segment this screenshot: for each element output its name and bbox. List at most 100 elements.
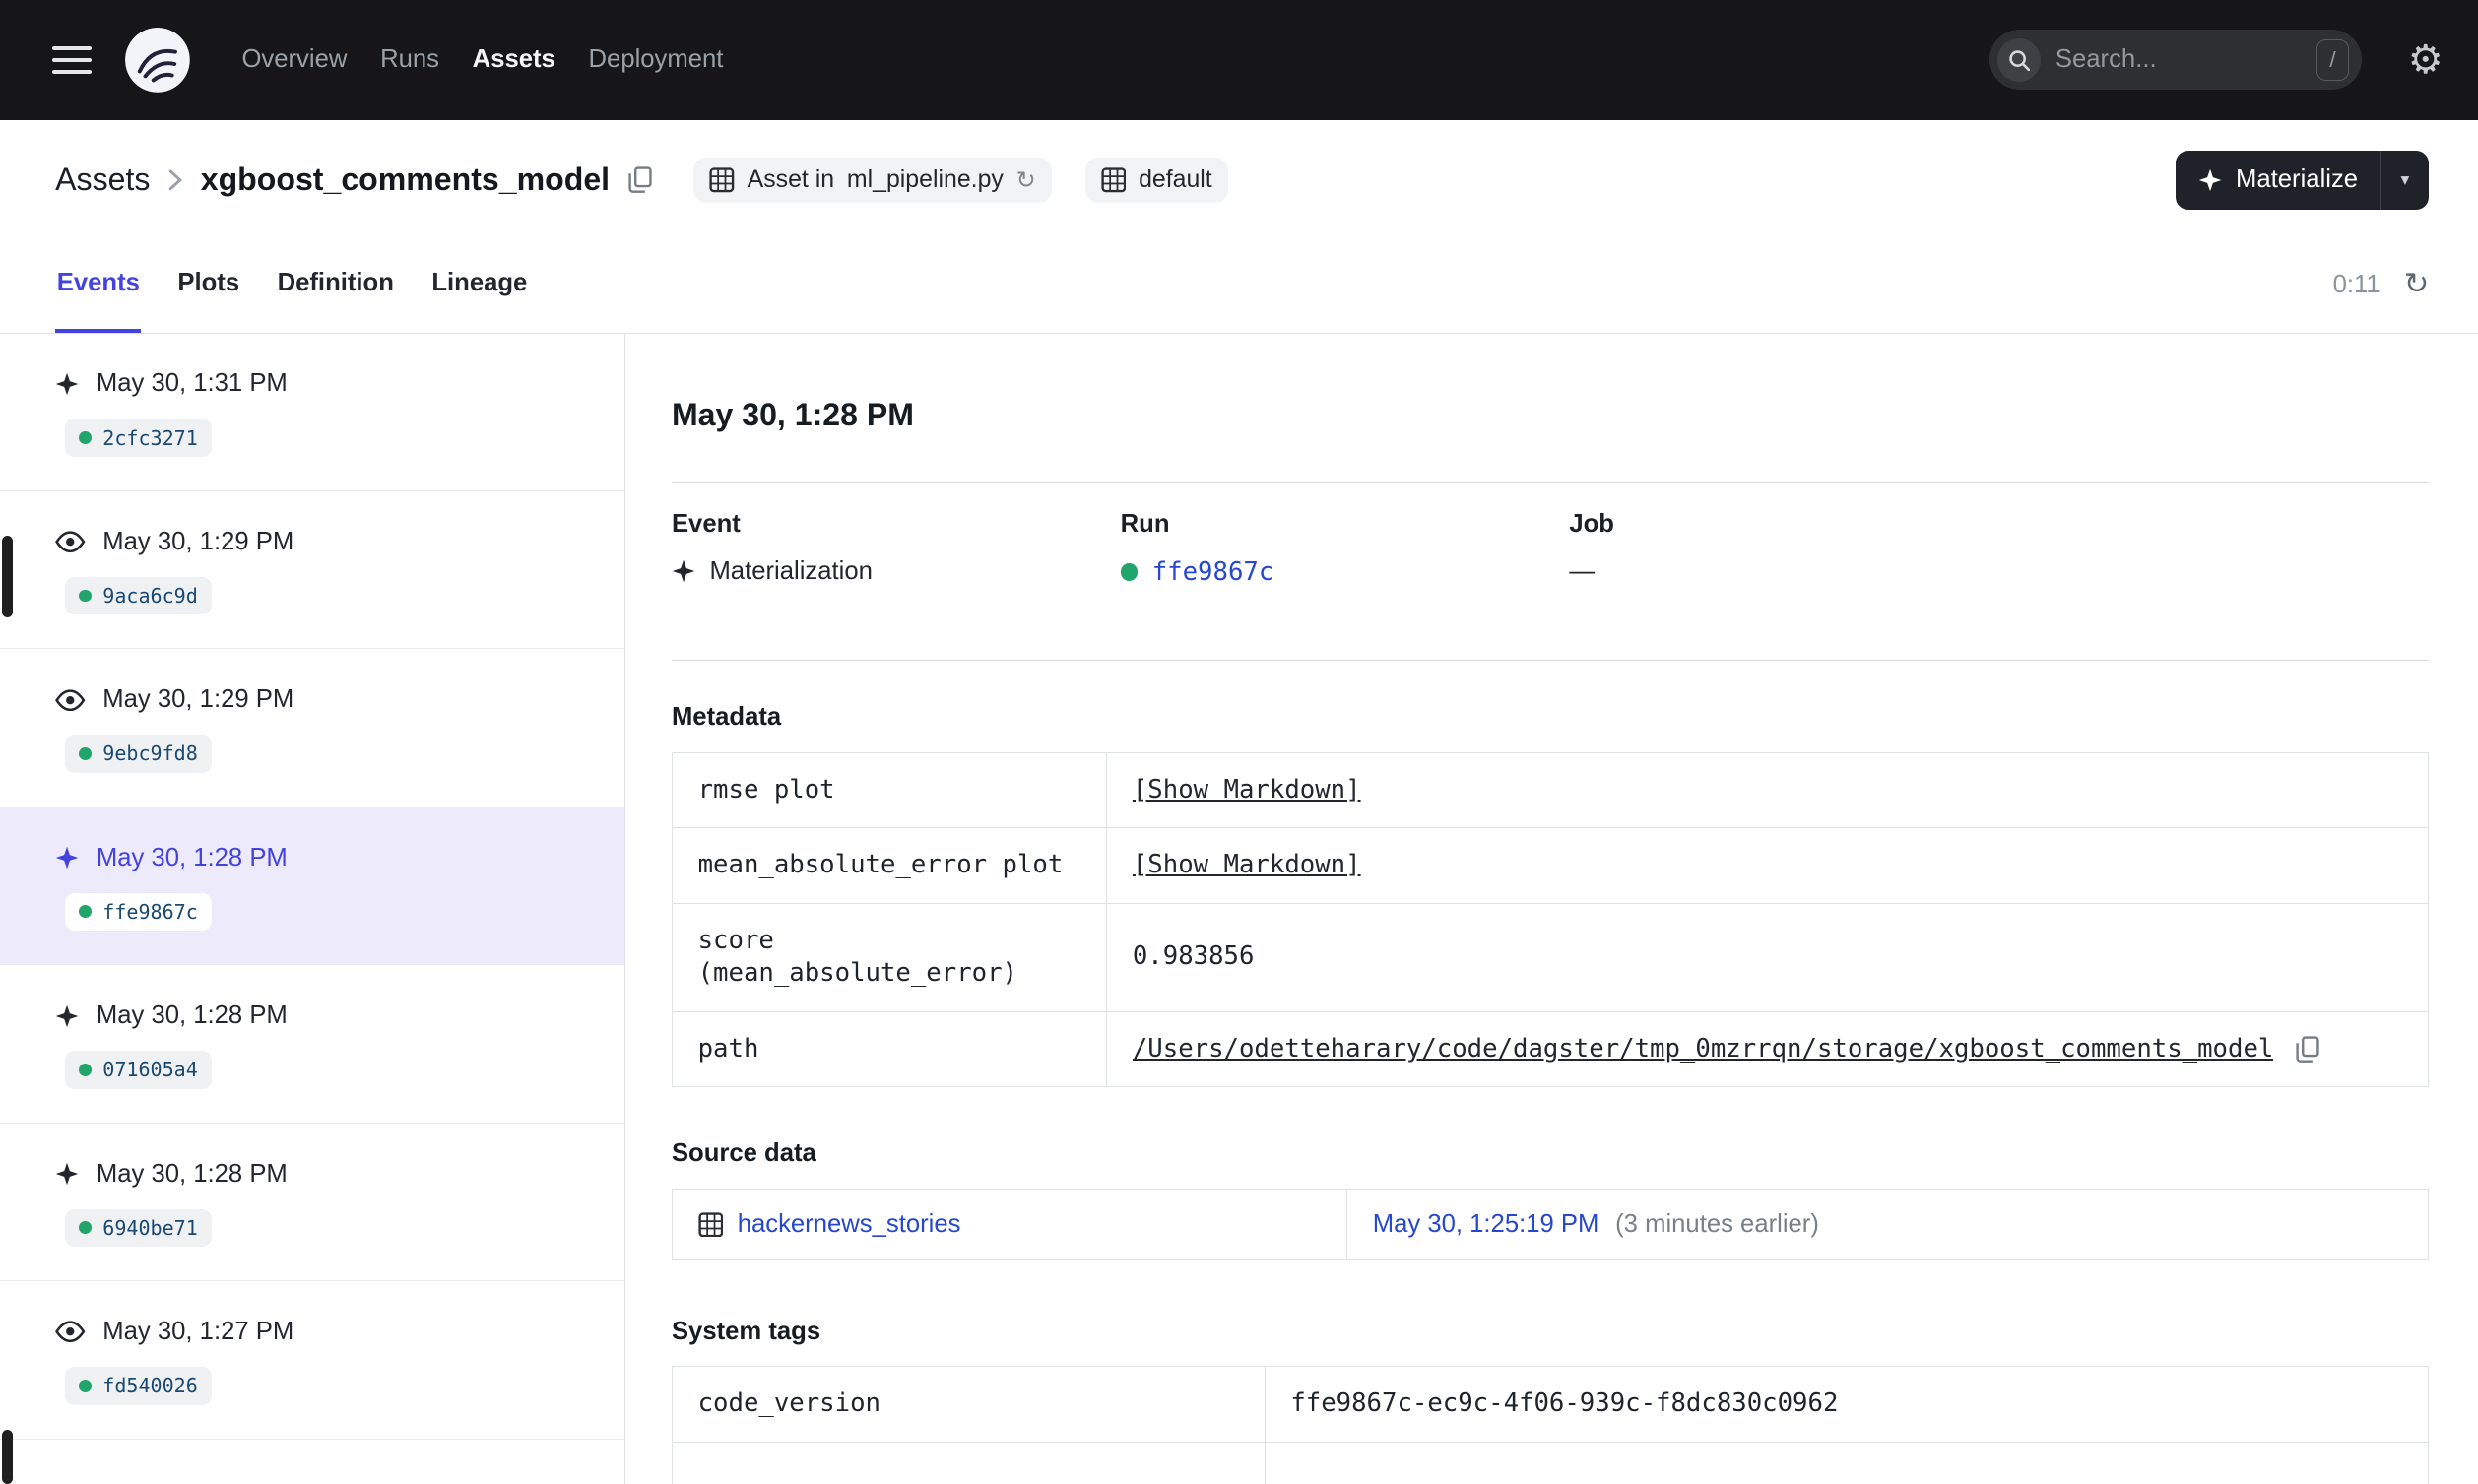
run-id-link[interactable]: fd540026 [102,1374,198,1397]
event-list-item[interactable]: May 30, 1:29 PM 9ebc9fd8 [0,649,625,807]
asset-group-grid-icon [1100,167,1127,193]
table-row: path /Users/odetteharary/code/dagster/tm… [671,1010,2430,1088]
run-id-link[interactable]: 6940be71 [102,1216,198,1240]
run-tag[interactable]: ffe9867c [64,892,213,932]
show-markdown-link[interactable]: [Show Markdown] [1133,775,1361,805]
asset-page-header: Assets xgboost_comments_model Asset in m… [0,120,2478,237]
tag-key: code_version [671,1366,1266,1443]
metadata-actions-cell [2379,827,2430,904]
event-summary: Event Materialization Run ffe9867c Job — [672,510,2429,587]
run-tag[interactable]: fd540026 [64,1367,213,1405]
system-tags-heading: System tags [671,1317,821,1345]
run-id-link[interactable]: ffe9867c [102,900,198,924]
materialize-button[interactable]: Materialize [2176,151,2380,209]
search-input[interactable] [2054,45,2316,75]
event-list: May 30, 1:31 PM 2cfc3271 May 30, 1:29 PM… [0,333,626,1484]
nav-overview[interactable]: Overview [241,45,347,74]
refresh-timer: 0:11 [2332,270,2380,298]
event-list-item-selected[interactable]: May 30, 1:28 PM ffe9867c [0,807,625,966]
asset-group-label: default [1139,165,1212,194]
event-heading: May 30, 1:28 PM [671,396,914,432]
scrollbar-thumb[interactable] [1,1430,13,1484]
table-row: mean_absolute_error plot [Show Markdown] [671,827,2430,904]
event-list-item[interactable]: May 30, 1:28 PM 6940be71 [0,1124,625,1282]
nav-deployment[interactable]: Deployment [589,45,724,74]
dagster-logo[interactable] [124,28,190,93]
chevron-down-icon: ▾ [2400,169,2410,190]
breadcrumb-assets-link[interactable]: Assets [55,161,150,198]
asset-file-name[interactable]: ml_pipeline.py [847,165,1004,194]
source-time-link[interactable]: May 30, 1:25:19 PM [1373,1210,1599,1238]
materialization-icon [55,1004,79,1028]
asset-location-tag[interactable]: Asset in ml_pipeline.py ↻ [693,157,1052,204]
nav-right: / ⚙ [1989,30,2444,91]
tab-lineage[interactable]: Lineage [430,237,529,333]
run-status-dot [79,747,93,760]
content-area: May 30, 1:31 PM 2cfc3271 May 30, 1:29 PM… [0,333,2478,1484]
menu-button[interactable] [51,40,93,81]
run-label: Run [1120,509,1170,538]
settings-gear-icon[interactable]: ⚙ [2408,40,2444,80]
run-id-link[interactable]: 9ebc9fd8 [102,742,198,765]
tag-key [671,1441,1266,1484]
show-markdown-link[interactable]: [Show Markdown] [1133,850,1361,879]
nav-runs[interactable]: Runs [380,45,439,74]
run-tag[interactable]: 071605a4 [64,1051,213,1089]
tab-plots[interactable]: Plots [176,237,241,333]
event-list-item[interactable]: May 30, 1:27 PM fd540026 [0,1281,625,1440]
table-row: code_version ffe9867c-ec9c-4f06-939c-f8d… [671,1366,2430,1443]
hamburger-icon [51,45,93,50]
breadcrumb-chevron-icon [167,167,183,193]
materialization-icon [55,372,79,396]
event-detail-panel: May 30, 1:28 PM Event Materialization Ru… [625,334,2478,1484]
table-row: score (mean_absolute_error) 0.983856 [671,902,2430,1012]
copy-asset-name-icon[interactable] [628,166,652,194]
refresh-icon[interactable]: ↻ [2404,269,2430,299]
job-value: — [1569,556,1595,585]
breadcrumb: Assets xgboost_comments_model [55,161,652,198]
path-link[interactable]: /Users/odetteharary/code/dagster/tmp_0mz… [1133,1033,2273,1066]
asset-group-tag[interactable]: default [1084,157,1228,204]
metadata-actions-cell [2379,751,2430,829]
metadata-table: rmse plot [Show Markdown] mean_absolute_… [671,751,2430,1088]
metadata-heading: Metadata [671,703,782,732]
run-tag[interactable]: 6940be71 [64,1208,213,1248]
event-time: May 30, 1:29 PM [102,685,294,714]
materialization-icon [55,846,79,870]
run-id-link[interactable]: 9aca6c9d [102,584,198,608]
run-id-link[interactable]: 2cfc3271 [102,426,198,450]
event-list-item[interactable]: May 30, 1:29 PM 9aca6c9d [0,491,625,650]
run-id-link[interactable]: ffe9867c [1152,557,1274,587]
tab-events[interactable]: Events [55,237,142,333]
run-status-dot [79,431,93,444]
reload-location-icon[interactable]: ↻ [1016,168,1036,192]
run-status-dot [79,1379,93,1392]
table-row: hackernews_stories May 30, 1:25:19 PM (3… [671,1189,2430,1260]
tab-definition[interactable]: Definition [276,237,395,333]
search-box[interactable]: / [1989,30,2363,91]
event-list-item[interactable]: May 30, 1:28 PM 071605a4 [0,965,625,1124]
asset-location-label: Asset in [747,165,835,194]
source-data-heading: Source data [671,1139,816,1168]
nav-assets[interactable]: Assets [473,45,555,74]
copy-path-icon[interactable] [2296,1036,2319,1063]
run-id-link[interactable]: 071605a4 [102,1058,198,1081]
top-nav: Overview Runs Assets Deployment / ⚙ [0,0,2478,120]
metadata-value: 0.983856 [1106,902,2380,1012]
scrollbar-thumb[interactable] [1,535,13,618]
run-tag[interactable]: 9ebc9fd8 [64,735,213,773]
source-asset-link[interactable]: hackernews_stories [738,1210,961,1239]
metadata-key: path [671,1010,1108,1088]
observation-icon [55,531,86,553]
metadata-actions-cell [2379,1010,2430,1088]
materialize-options-button[interactable]: ▾ [2380,151,2430,210]
primary-nav: Overview Runs Assets Deployment [241,45,723,74]
run-tag[interactable]: 2cfc3271 [64,419,213,457]
run-tag[interactable]: 9aca6c9d [64,576,213,615]
tag-value [1264,1441,2430,1484]
metadata-key: mean_absolute_error plot [671,827,1108,904]
event-time: May 30, 1:31 PM [96,369,288,398]
run-status-dot [79,1063,93,1076]
refresh-controls: 0:11 ↻ [2333,237,2430,333]
event-list-item[interactable]: May 30, 1:31 PM 2cfc3271 [0,334,625,491]
